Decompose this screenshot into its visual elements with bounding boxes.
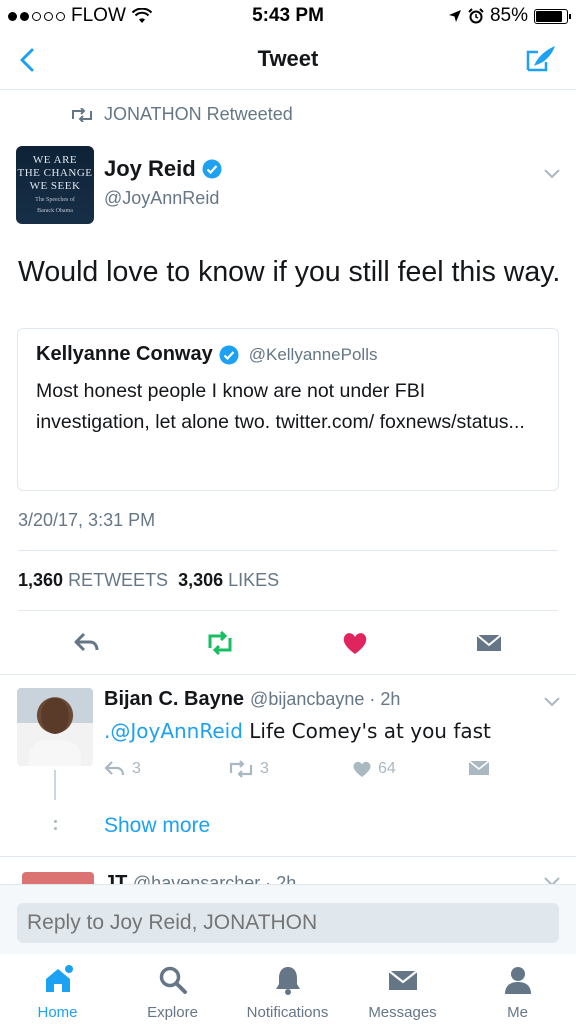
reply-icon[interactable] (72, 628, 102, 658)
quoted-tweet[interactable]: Kellyanne Conway @KellyannePolls Most ho… (17, 328, 559, 491)
direct-message-icon[interactable] (474, 628, 504, 658)
page-title: Tweet (257, 46, 319, 71)
reply-reply-action[interactable]: 3 (104, 760, 141, 778)
tab-label: Home (37, 1004, 78, 1021)
tab-label: Notifications (246, 1004, 329, 1021)
quoted-tweet-text: Most honest people I know are not under … (36, 380, 525, 433)
reply-message-action[interactable] (468, 760, 490, 776)
avatar[interactable]: WE ARE THE CHANGE WE SEEK The Speeches o… (16, 146, 94, 224)
likes-label: LIKES (228, 570, 280, 590)
search-icon (159, 966, 187, 994)
retweet-icon (72, 107, 92, 122)
chevron-down-icon[interactable] (542, 874, 562, 884)
author-name[interactable]: Joy Reid (104, 156, 196, 182)
alarm-icon (468, 8, 484, 24)
reply-retweet-action[interactable]: 3 (228, 760, 269, 778)
next-reply-preview[interactable]: JT @havensarcher · 2h (0, 856, 576, 884)
reply-actions: 3 3 64 (104, 760, 524, 782)
bell-icon (275, 967, 300, 995)
retweets-label: RETWEETS (68, 570, 169, 590)
heart-icon (353, 761, 371, 777)
tab-messages[interactable]: Messages (345, 964, 460, 1021)
verified-badge-icon (219, 345, 239, 364)
retweets-count: 1,360 (18, 570, 64, 590)
quoted-author-name: Kellyanne Conway (36, 343, 213, 365)
battery-percent: 85% (489, 5, 528, 26)
next-author-name: JT (104, 872, 128, 884)
retweet-action-icon[interactable] (205, 628, 235, 658)
retweet-context: JONATHON Retweeted (70, 104, 293, 125)
divider (18, 610, 558, 611)
chevron-down-icon[interactable] (542, 694, 562, 708)
divider (18, 550, 558, 551)
reply-icon (104, 761, 125, 776)
avatar[interactable] (17, 688, 93, 766)
retweets-stat[interactable]: 1,360 RETWEETS (18, 570, 168, 591)
tweet-actions (0, 628, 576, 658)
like-count: 64 (378, 760, 396, 777)
tab-home[interactable]: Home (0, 964, 115, 1021)
envelope-icon (468, 760, 490, 775)
thread-dots (52, 820, 58, 836)
tweet-timestamp: 3/20/17, 3:31 PM (18, 510, 156, 530)
show-more-link[interactable]: Show more (104, 814, 210, 838)
avatar-text-line: WE ARE (32, 154, 78, 166)
tweet-author[interactable]: Joy Reid @JoyAnnReid (104, 156, 222, 209)
tab-label: Explore (147, 1004, 198, 1021)
location-arrow-icon (448, 10, 461, 22)
person-icon (504, 967, 531, 994)
tweet-stats: 1,360 RETWEETS 3,306 LIKES (18, 570, 279, 591)
tweet-text: Would love to know if you still feel thi… (18, 256, 561, 288)
reply-author-handle[interactable]: @bijancbayne · 2h (250, 689, 400, 710)
retweet-context-label: JONATHON Retweeted (104, 104, 293, 124)
verified-badge-icon (202, 159, 222, 179)
likes-count: 3,306 (178, 570, 224, 590)
home-icon (45, 965, 73, 992)
compose-tweet-icon[interactable] (524, 42, 558, 76)
likes-stat[interactable]: 3,306 LIKES (178, 570, 279, 591)
reply-body: Life Comey's at you fast (242, 719, 491, 743)
tab-notifications[interactable]: Notifications (230, 964, 345, 1021)
divider (0, 674, 576, 675)
reply-like-action[interactable]: 64 (352, 760, 396, 778)
avatar-text-line: The Speeches of (35, 197, 75, 203)
reply-composer-bar (0, 884, 576, 954)
reply-input[interactable] (17, 903, 559, 943)
chevron-down-icon[interactable] (542, 166, 562, 180)
tab-label: Messages (368, 1004, 437, 1021)
avatar[interactable] (22, 872, 94, 884)
navigation-bar: Tweet (0, 34, 576, 90)
battery-icon (534, 8, 571, 24)
tab-label: Me (507, 1004, 528, 1021)
retweet-icon (229, 760, 253, 778)
quoted-author-handle: @KellyannePolls (248, 344, 378, 364)
tab-explore[interactable]: Explore (115, 964, 230, 1021)
reply-author-name[interactable]: Bijan C. Bayne (104, 688, 244, 711)
mention-link[interactable]: .@JoyAnnReid (104, 719, 243, 743)
reply-count: 3 (132, 760, 141, 777)
next-author-handle: @havensarcher · 2h (132, 873, 297, 884)
avatar-text-line: THE CHANGE (17, 167, 93, 179)
reply-text: .@JoyAnnReid Life Comey's at you fast (104, 719, 564, 743)
like-heart-icon[interactable] (340, 628, 370, 658)
retweet-count: 3 (260, 760, 269, 777)
envelope-icon (387, 970, 418, 990)
thread-line (54, 770, 56, 800)
avatar-text-line: WE SEEK (29, 180, 81, 192)
author-handle[interactable]: @JoyAnnReid (104, 188, 222, 209)
avatar-text-line: Barack Obama (37, 208, 73, 214)
status-bar: FLOW 5:43 PM 85% (0, 0, 576, 34)
reply-tweet[interactable]: Bijan C. Bayne @bijancbayne · 2h .@JoyAn… (104, 688, 564, 743)
tab-me[interactable]: Me (460, 964, 575, 1021)
tab-bar: Home Explore Notifications Messages Me (0, 954, 576, 1024)
